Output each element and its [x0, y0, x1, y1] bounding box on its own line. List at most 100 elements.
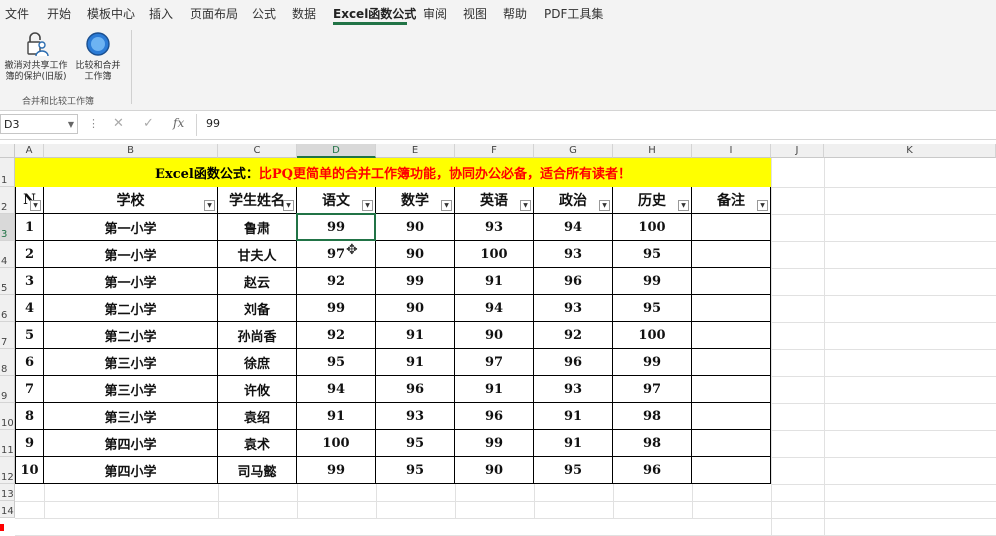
column-header-E[interactable]: E: [376, 144, 455, 158]
table-cell[interactable]: 95: [534, 457, 613, 484]
table-cell[interactable]: 96: [376, 376, 455, 403]
table-cell[interactable]: 第一小学: [44, 268, 218, 295]
filter-dropdown-icon[interactable]: ▼: [30, 200, 41, 211]
table-cell[interactable]: 第一小学: [44, 241, 218, 268]
table-cell[interactable]: 93: [455, 214, 534, 241]
row-header-4[interactable]: 4: [0, 241, 15, 268]
tab-0[interactable]: 文件: [5, 5, 29, 22]
row-header-1[interactable]: 1: [0, 158, 15, 187]
formula-input[interactable]: 99: [206, 117, 220, 130]
table-cell[interactable]: 孙尚香: [218, 322, 297, 349]
table-cell[interactable]: 3: [15, 268, 44, 295]
name-box[interactable]: D3 ▼: [0, 114, 78, 134]
column-header-A[interactable]: A: [15, 144, 44, 158]
confirm-icon[interactable]: ✓: [143, 116, 154, 131]
column-header-C[interactable]: C: [218, 144, 297, 158]
table-cell[interactable]: 95: [376, 430, 455, 457]
table-cell[interactable]: 第一小学: [44, 214, 218, 241]
table-cell[interactable]: 鲁肃: [218, 214, 297, 241]
table-cell[interactable]: 90: [376, 241, 455, 268]
table-cell[interactable]: 袁绍: [218, 403, 297, 430]
cancel-icon[interactable]: ✕: [113, 116, 124, 131]
row-header-11[interactable]: 11: [0, 430, 15, 457]
table-cell[interactable]: 91: [376, 322, 455, 349]
tab-6[interactable]: 数据: [292, 5, 316, 22]
table-cell[interactable]: 91: [534, 430, 613, 457]
table-cell[interactable]: [692, 457, 771, 484]
table-cell[interactable]: 97: [455, 349, 534, 376]
table-cell[interactable]: 第三小学: [44, 349, 218, 376]
table-cell[interactable]: 93: [534, 295, 613, 322]
table-cell[interactable]: 99: [297, 295, 376, 322]
table-cell[interactable]: 96: [455, 403, 534, 430]
table-cell[interactable]: 6: [15, 349, 44, 376]
header-cell-0[interactable]: N▼: [15, 187, 44, 214]
table-cell[interactable]: 97: [297, 241, 376, 268]
table-cell[interactable]: 100: [455, 241, 534, 268]
table-cell[interactable]: 92: [297, 322, 376, 349]
table-cell[interactable]: 99: [613, 268, 692, 295]
table-cell[interactable]: 第四小学: [44, 457, 218, 484]
table-cell[interactable]: 7: [15, 376, 44, 403]
table-cell[interactable]: 90: [455, 457, 534, 484]
table-cell[interactable]: 100: [613, 322, 692, 349]
table-cell[interactable]: [692, 403, 771, 430]
column-header-G[interactable]: G: [534, 144, 613, 158]
table-cell[interactable]: 99: [376, 268, 455, 295]
table-cell[interactable]: 第三小学: [44, 376, 218, 403]
table-cell[interactable]: 刘备: [218, 295, 297, 322]
table-cell[interactable]: 100: [613, 214, 692, 241]
column-header-I[interactable]: I: [692, 144, 771, 158]
table-cell[interactable]: 95: [613, 241, 692, 268]
insert-function-icon[interactable]: fx: [173, 116, 184, 130]
filter-dropdown-icon[interactable]: ▼: [204, 200, 215, 211]
row-header-9[interactable]: 9: [0, 376, 15, 403]
row-header-8[interactable]: 8: [0, 349, 15, 376]
filter-dropdown-icon[interactable]: ▼: [362, 200, 373, 211]
table-cell[interactable]: 甘夫人: [218, 241, 297, 268]
column-header-K[interactable]: K: [824, 144, 996, 158]
column-header-F[interactable]: F: [455, 144, 534, 158]
table-cell[interactable]: [692, 376, 771, 403]
table-cell[interactable]: 90: [376, 214, 455, 241]
tab-3[interactable]: 插入: [149, 5, 173, 22]
table-cell[interactable]: 99: [455, 430, 534, 457]
table-cell[interactable]: 91: [376, 349, 455, 376]
table-cell[interactable]: 第三小学: [44, 403, 218, 430]
tab-8[interactable]: 审阅: [423, 5, 447, 22]
row-header-7[interactable]: 7: [0, 322, 15, 349]
header-cell-6[interactable]: 政治 ▼: [534, 187, 613, 214]
table-cell[interactable]: 第四小学: [44, 430, 218, 457]
table-cell[interactable]: 92: [534, 322, 613, 349]
header-cell-4[interactable]: 数学 ▼: [376, 187, 455, 214]
table-cell[interactable]: [692, 214, 771, 241]
tab-4[interactable]: 页面布局: [190, 5, 238, 22]
table-cell[interactable]: 徐庶: [218, 349, 297, 376]
table-cell[interactable]: 93: [534, 241, 613, 268]
filter-dropdown-icon[interactable]: ▼: [283, 200, 294, 211]
more-options-icon[interactable]: ⋮: [88, 117, 99, 130]
header-cell-5[interactable]: 英语 ▼: [455, 187, 534, 214]
table-cell[interactable]: 4: [15, 295, 44, 322]
row-header-12[interactable]: 12: [0, 457, 15, 484]
table-cell[interactable]: 赵云: [218, 268, 297, 295]
table-cell[interactable]: 94: [455, 295, 534, 322]
tab-7[interactable]: Excel函数公式: [333, 5, 416, 22]
table-cell[interactable]: 97: [613, 376, 692, 403]
table-cell[interactable]: 96: [534, 349, 613, 376]
filter-dropdown-icon[interactable]: ▼: [441, 200, 452, 211]
table-cell[interactable]: 90: [376, 295, 455, 322]
table-cell[interactable]: 95: [376, 457, 455, 484]
sheet-title[interactable]: Excel函数公式： 比PQ更简单的合并工作簿功能，协同办公必备，适合所有读者！: [15, 158, 771, 187]
filter-dropdown-icon[interactable]: ▼: [678, 200, 689, 211]
table-cell[interactable]: 96: [613, 457, 692, 484]
tab-5[interactable]: 公式: [252, 5, 276, 22]
filter-dropdown-icon[interactable]: ▼: [520, 200, 531, 211]
header-cell-1[interactable]: 学校 ▼: [44, 187, 218, 214]
chevron-down-icon[interactable]: ▼: [68, 115, 74, 135]
table-cell[interactable]: 91: [534, 403, 613, 430]
table-cell[interactable]: [692, 349, 771, 376]
header-cell-8[interactable]: 备注 ▼: [692, 187, 771, 214]
header-cell-3[interactable]: 语文 ▼: [297, 187, 376, 214]
table-cell[interactable]: [692, 268, 771, 295]
